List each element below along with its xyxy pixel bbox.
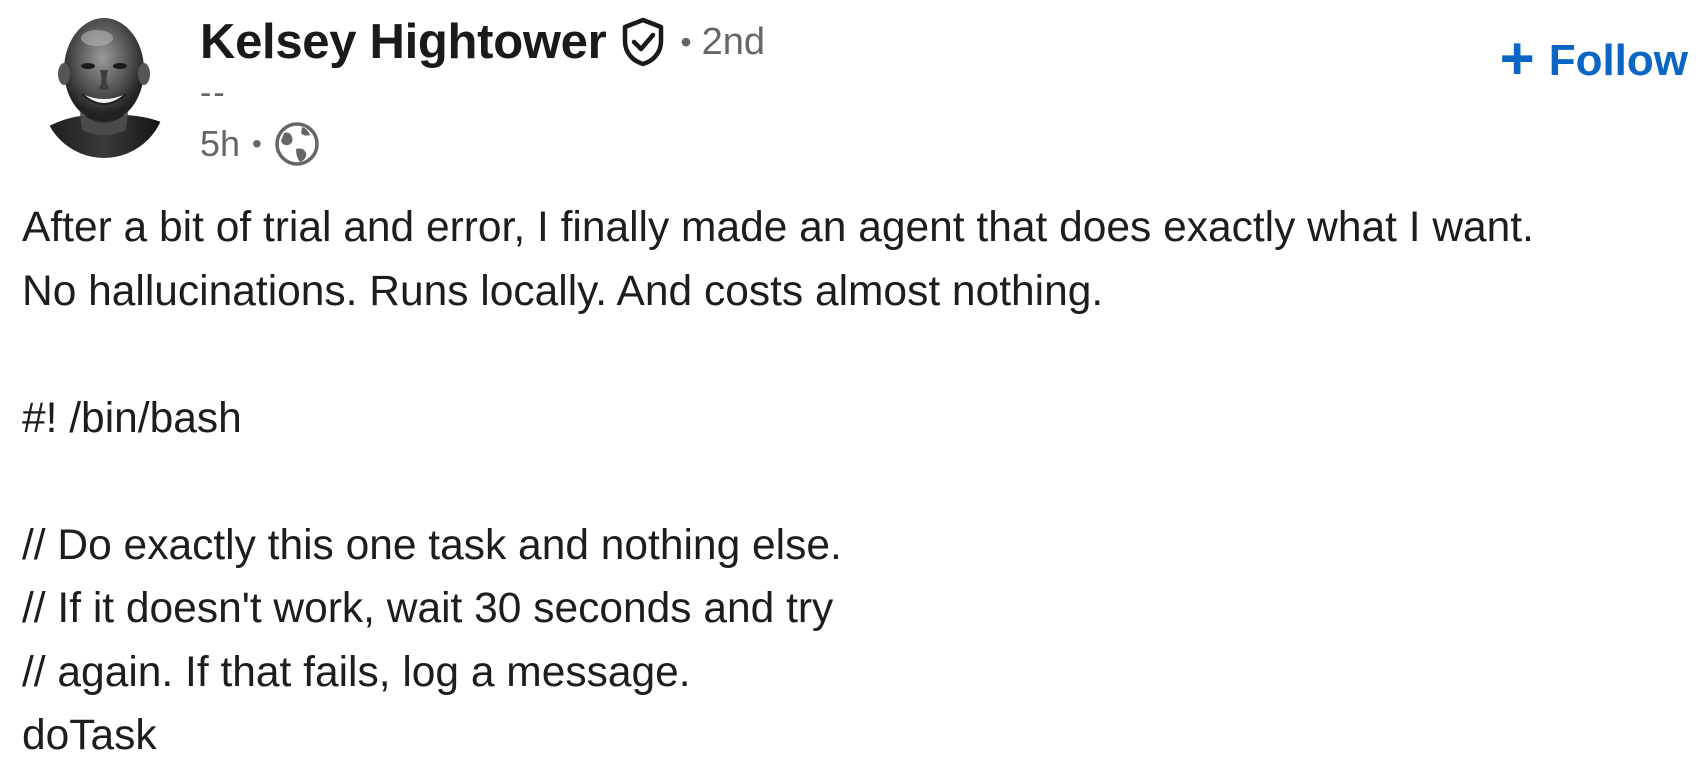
- post-line: doTask: [22, 712, 157, 759]
- avatar-photo: [42, 12, 166, 158]
- post-line: // Do exactly this one task and nothing …: [22, 521, 842, 569]
- post-meta: 5h •: [200, 118, 320, 170]
- author-avatar[interactable]: [42, 12, 166, 158]
- post-line: No hallucinations. Runs locally. And cos…: [22, 267, 1104, 315]
- shield-check-icon: [620, 17, 666, 67]
- meta-separator: •: [252, 128, 262, 159]
- post-blank-line: [22, 323, 1692, 387]
- follow-button[interactable]: + Follow: [1499, 25, 1688, 92]
- author-name[interactable]: Kelsey Hightower: [200, 14, 607, 70]
- connection-degree: 2nd: [701, 20, 765, 63]
- post-line: // If it doesn't work, wait 30 seconds a…: [22, 585, 834, 632]
- degree-separator: •: [680, 23, 692, 60]
- post-blank-line: [22, 450, 1692, 514]
- plus-icon: +: [1499, 25, 1535, 92]
- post-line: After a bit of trial and error, I finall…: [22, 204, 1534, 251]
- post-line: // again. If that fails, log a message.: [22, 648, 691, 696]
- globe-icon: [274, 121, 320, 167]
- post-body: After a bit of trial and error, I finall…: [22, 196, 1692, 768]
- post-line: #! /bin/bash: [22, 394, 242, 442]
- author-name-row: Kelsey Hightower • 2nd: [200, 10, 765, 74]
- post-time[interactable]: 5h: [200, 123, 240, 165]
- follow-label: Follow: [1548, 36, 1688, 85]
- author-headline: --: [200, 74, 227, 112]
- feed-post: Kelsey Hightower • 2nd -- 5h • + Follow …: [0, 0, 1708, 772]
